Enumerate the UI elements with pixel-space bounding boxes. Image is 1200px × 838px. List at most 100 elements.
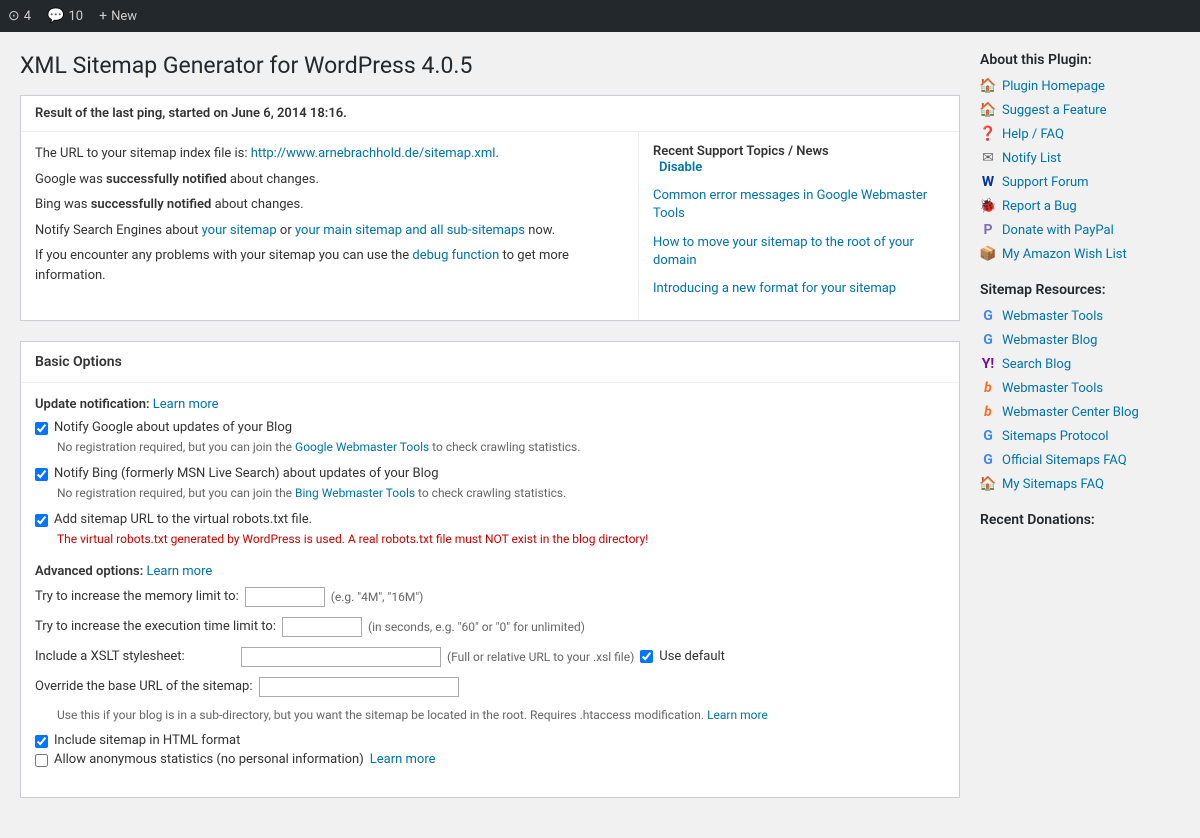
amazon-wish-list-link[interactable]: 📦 My Amazon Wish List xyxy=(980,246,1180,262)
advanced-label-text: Advanced options: xyxy=(35,564,143,579)
adminbar-comments[interactable]: 💬 10 xyxy=(47,8,83,24)
google-wmb-resource-icon: G xyxy=(980,332,996,348)
execution-hint: (in seconds, e.g. "60" or "0" for unlimi… xyxy=(368,620,585,634)
amazon-icon: 📦 xyxy=(980,246,996,262)
sitemap-url-line: The URL to your sitemap index file is: h… xyxy=(35,144,624,164)
report-bug-link[interactable]: 🐞 Report a Bug xyxy=(980,198,1180,214)
my-sitemaps-faq-link[interactable]: 🏠 My Sitemaps FAQ xyxy=(980,476,1180,492)
your-sitemap-link[interactable]: your sitemap xyxy=(202,223,277,238)
adminbar-new[interactable]: + New xyxy=(99,8,137,24)
bing-notify-line: Bing was successfully notified about cha… xyxy=(35,195,624,215)
include-html-checkbox[interactable] xyxy=(35,735,48,748)
sidebar: About this Plugin: 🏠 Plugin Homepage 🏠 S… xyxy=(980,52,1180,818)
google-wmt-link[interactable]: Google Webmaster Tools xyxy=(295,440,429,454)
xslt-use-default-label: Use default xyxy=(659,649,859,664)
suggest-icon: 🏠 xyxy=(980,102,996,118)
xslt-label: Include a XSLT stylesheet: xyxy=(35,649,235,664)
new-icon: + xyxy=(99,8,107,24)
base-url-input[interactable] xyxy=(259,677,459,697)
google-notify-label: Notify Google about updates of your Blog xyxy=(54,420,292,435)
anon-stats-label: Allow anonymous statistics (no personal … xyxy=(54,752,364,767)
google-helper-text: No registration required, but you can jo… xyxy=(57,439,945,456)
notify-se-line: Notify Search Engines about your sitemap… xyxy=(35,221,624,241)
yahoo-icon: Y! xyxy=(980,356,996,372)
comments-count: 10 xyxy=(68,9,83,24)
bing-wmt-link[interactable]: Bing Webmaster Tools xyxy=(295,486,415,500)
resources-section: Sitemap Resources: G Webmaster Tools G W… xyxy=(980,282,1180,492)
memory-limit-row: Try to increase the memory limit to: (e.… xyxy=(35,587,945,607)
xslt-input[interactable] xyxy=(241,647,441,667)
resources-title: Sitemap Resources: xyxy=(980,282,1180,298)
anon-stats-row: Allow anonymous statistics (no personal … xyxy=(35,752,945,767)
google-notify-status: successfully notified xyxy=(106,172,227,187)
bing-helper-text: No registration required, but you can jo… xyxy=(57,485,945,502)
update-notification-label: Update notification: Learn more xyxy=(35,397,945,412)
notify-list-link[interactable]: ✉ Notify List xyxy=(980,150,1180,166)
updates-count: 4 xyxy=(24,9,31,24)
update-notification-group: Update notification: Learn more Notify G… xyxy=(35,397,945,547)
home-icon: 🏠 xyxy=(980,78,996,94)
update-label-text: Update notification: xyxy=(35,397,150,412)
ping-right-panel: Recent Support Topics / News Disable Com… xyxy=(639,132,959,320)
robots-helper-text: The virtual robots.txt generated by Word… xyxy=(57,531,945,548)
sitemaps-protocol-link[interactable]: G Sitemaps Protocol xyxy=(980,428,1180,444)
memory-input[interactable] xyxy=(245,587,325,607)
yahoo-search-blog-link[interactable]: Y! Search Blog xyxy=(980,356,1180,372)
donate-paypal-link[interactable]: P Donate with PayPal xyxy=(980,222,1180,238)
xslt-hint: (Full or relative URL to your .xsl file) xyxy=(447,650,634,664)
suggest-feature-link[interactable]: 🏠 Suggest a Feature xyxy=(980,102,1180,118)
support-forum-link[interactable]: W Support Forum xyxy=(980,174,1180,190)
forum-icon: W xyxy=(980,174,996,190)
advanced-learn-more-link[interactable]: Learn more xyxy=(146,564,212,579)
execution-input[interactable] xyxy=(282,617,362,637)
sitemap-url-link[interactable]: http://www.arnebrachhold.de/sitemap.xml xyxy=(251,146,496,161)
sitemaps-protocol-icon: G xyxy=(980,428,996,444)
execution-label: Try to increase the execution time limit… xyxy=(35,619,276,634)
donations-section: Recent Donations: xyxy=(980,512,1180,528)
my-sitemaps-faq-icon: 🏠 xyxy=(980,476,996,492)
debug-function-link[interactable]: debug function xyxy=(412,248,499,263)
update-learn-more-link[interactable]: Learn more xyxy=(153,397,219,412)
anon-stats-checkbox[interactable] xyxy=(35,754,48,767)
base-url-row: Override the base URL of the sitemap: xyxy=(35,677,945,697)
xslt-use-default-checkbox[interactable] xyxy=(640,650,653,663)
ping-result-box: Result of the last ping, started on June… xyxy=(20,95,960,321)
bing-wmcb-resource-link[interactable]: b Webmaster Center Blog xyxy=(980,404,1180,420)
include-html-label: Include sitemap in HTML format xyxy=(54,733,240,748)
support-title-text: Recent Support Topics / News xyxy=(653,144,829,159)
bing-notify-checkbox[interactable] xyxy=(35,468,48,481)
google-notify-checkbox[interactable] xyxy=(35,422,48,435)
debug-line: If you encounter any problems with your … xyxy=(35,246,624,285)
official-sitemaps-faq-link[interactable]: G Official Sitemaps FAQ xyxy=(980,452,1180,468)
support-link-3[interactable]: Introducing a new format for your sitema… xyxy=(653,280,945,298)
bing-wmt-resource-link[interactable]: b Webmaster Tools xyxy=(980,380,1180,396)
support-link-1[interactable]: Common error messages in Google Webmaste… xyxy=(653,187,945,223)
section-title: Basic Options xyxy=(21,342,959,383)
updates-icon: ⊙ xyxy=(8,8,20,24)
comments-icon: 💬 xyxy=(47,8,64,24)
google-wmt-resource-link[interactable]: G Webmaster Tools xyxy=(980,308,1180,324)
robots-checkbox[interactable] xyxy=(35,514,48,527)
plugin-homepage-link[interactable]: 🏠 Plugin Homepage xyxy=(980,78,1180,94)
sitemaps-faq-icon: G xyxy=(980,452,996,468)
memory-hint: (e.g. "4M", "16M") xyxy=(331,590,424,604)
adminbar-updates[interactable]: ⊙ 4 xyxy=(8,8,31,24)
google-wmb-resource-link[interactable]: G Webmaster Blog xyxy=(980,332,1180,348)
bing-notify-status: successfully notified xyxy=(91,197,212,212)
about-plugin-section: About this Plugin: 🏠 Plugin Homepage 🏠 S… xyxy=(980,52,1180,262)
google-notify-row: Notify Google about updates of your Blog xyxy=(35,420,945,435)
all-sitemaps-link[interactable]: your main sitemap and all sub-sitemaps xyxy=(295,223,525,238)
anon-stats-learn-more[interactable]: Learn more xyxy=(370,752,436,767)
advanced-options-group: Advanced options: Learn more Try to incr… xyxy=(35,564,945,768)
help-faq-link[interactable]: ❓ Help / FAQ xyxy=(980,126,1180,142)
bing-wmcb-resource-icon: b xyxy=(980,404,996,420)
base-url-learn-more[interactable]: Learn more xyxy=(707,708,768,722)
sitemap-url-prefix: The URL to your sitemap index file is: xyxy=(35,146,251,161)
ping-result-header-text: Result of the last ping, started on June… xyxy=(35,106,347,121)
disable-link[interactable]: Disable xyxy=(659,159,945,177)
notify-icon: ✉ xyxy=(980,150,996,166)
paypal-icon: P xyxy=(980,222,996,238)
support-link-2[interactable]: How to move your sitemap to the root of … xyxy=(653,234,945,270)
bing-notify-label: Notify Bing (formerly MSN Live Search) a… xyxy=(54,466,439,481)
admin-bar: ⊙ 4 💬 10 + New xyxy=(0,0,1200,32)
